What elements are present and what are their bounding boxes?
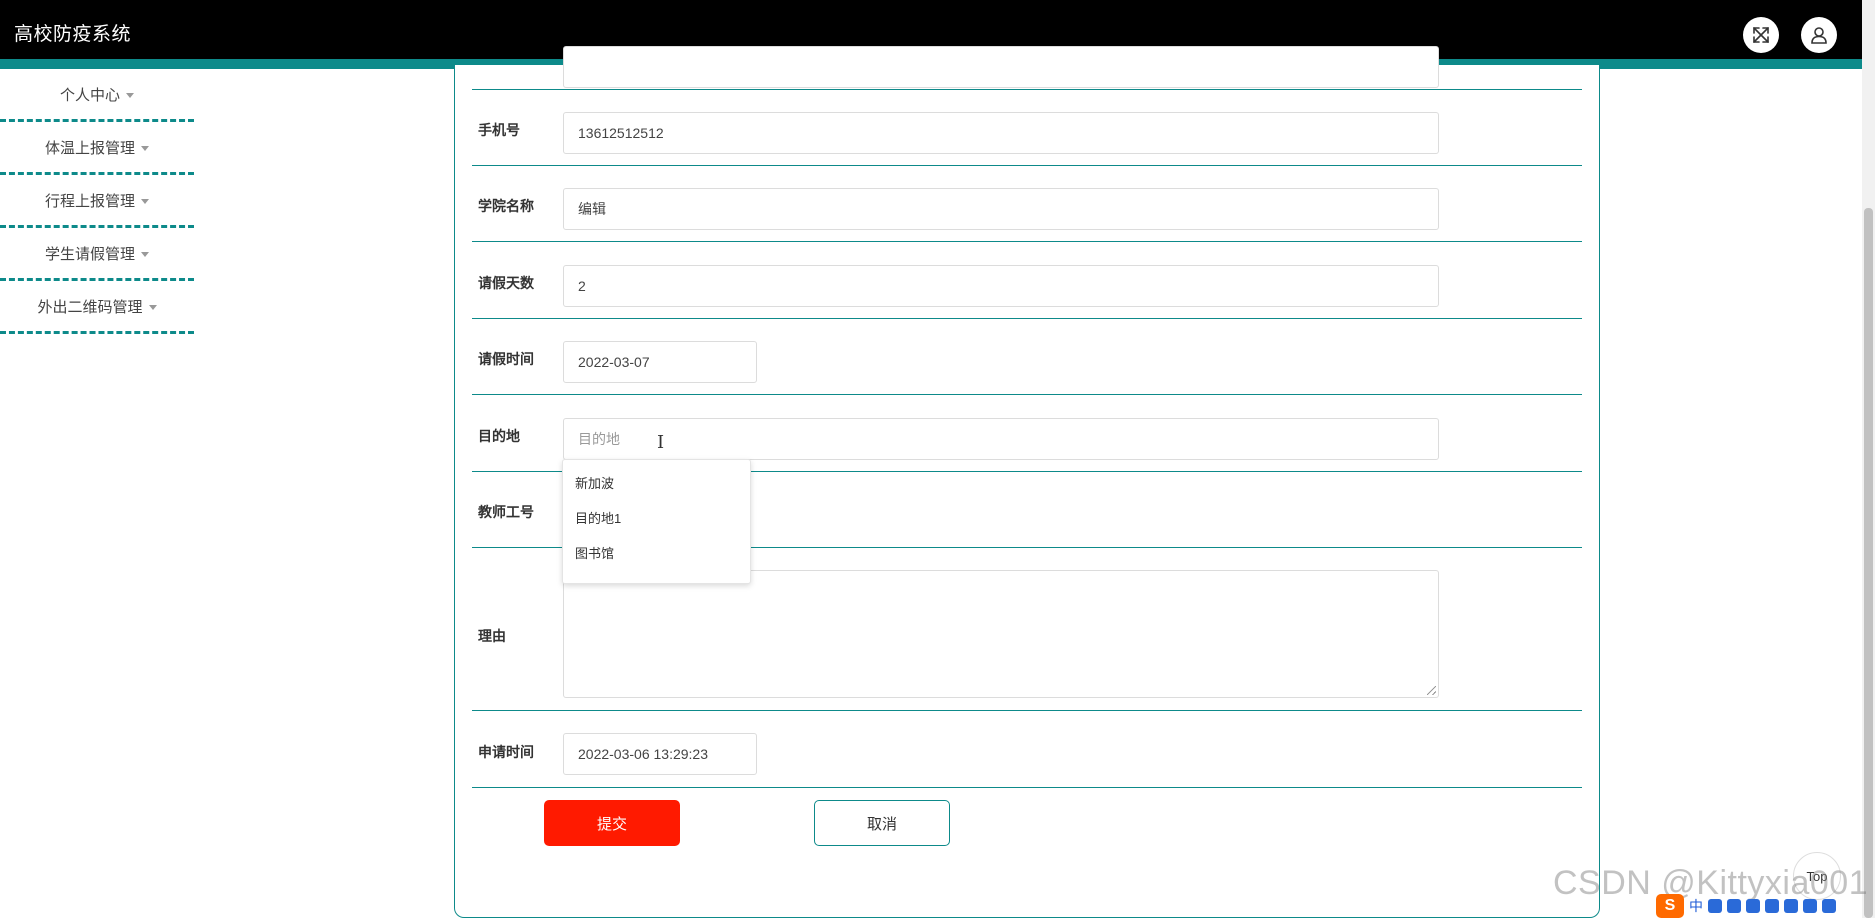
caret-down-icon <box>141 198 149 204</box>
leave-date-label: 请假时间 <box>478 351 534 367</box>
sidebar-item-temperature-report[interactable]: 体温上报管理 <box>0 122 194 175</box>
app-title: 高校防疫系统 <box>14 24 132 45</box>
form-row-partial <box>472 46 1582 90</box>
caret-down-icon <box>148 304 157 310</box>
sidebar-item-label: 学生请假管理 <box>44 245 135 263</box>
ime-mode-label[interactable]: 中 <box>1689 896 1703 916</box>
submit-button[interactable]: 提交 <box>544 800 680 846</box>
user-icon[interactable] <box>1784 898 1798 913</box>
sidebar-item-personal-center[interactable]: 个人中心 <box>0 69 194 122</box>
dropdown-option[interactable]: 图书馆 <box>563 536 750 571</box>
sidebar-item-student-leave[interactable]: 学生请假管理 <box>0 228 194 281</box>
college-label: 学院名称 <box>478 198 534 214</box>
form-row-leave-days: 请假天数 2 <box>472 242 1582 319</box>
cancel-button[interactable]: 取消 <box>814 800 950 846</box>
destination-field[interactable]: 目的地 <box>563 418 1439 460</box>
sidebar-item-trip-report[interactable]: 行程上报管理 <box>0 175 194 228</box>
sogou-logo-icon[interactable]: S <box>1656 893 1684 918</box>
phone-label: 手机号 <box>478 122 520 138</box>
destination-label: 目的地 <box>478 428 520 444</box>
sidebar-item-label: 行程上报管理 <box>44 192 135 210</box>
ime-toolbar: S 中 <box>1656 893 1862 918</box>
user-button[interactable] <box>1801 17 1837 53</box>
phone-field[interactable]: 13612512512 <box>563 112 1439 154</box>
partial-input[interactable] <box>563 46 1439 88</box>
leave-days-field[interactable]: 2 <box>563 265 1439 307</box>
apply-time-field[interactable]: 2022-03-06 13:29:23 <box>563 733 757 775</box>
sidebar-item-label: 个人中心 <box>59 86 120 104</box>
leave-date-field[interactable]: 2022-03-07 <box>563 341 757 383</box>
fullscreen-button[interactable] <box>1743 17 1779 53</box>
text-cursor-icon: I <box>657 432 665 453</box>
form-row-leave-date: 请假时间 2022-03-07 <box>472 319 1582 395</box>
teacher-id-label: 教师工号 <box>478 504 534 520</box>
apply-time-label: 申请时间 <box>478 744 534 760</box>
dropdown-option[interactable]: 新加波 <box>563 466 750 501</box>
toolbox-icon[interactable] <box>1822 898 1836 913</box>
expand-arrows-icon <box>1753 27 1769 43</box>
sidebar-item-exit-qrcode[interactable]: 外出二维码管理 <box>0 281 194 334</box>
form-row-college: 学院名称 编辑 <box>472 166 1582 242</box>
resize-grip-icon[interactable] <box>1427 686 1436 695</box>
microphone-icon[interactable] <box>1746 898 1760 913</box>
sidebar-item-label: 体温上报管理 <box>44 139 135 157</box>
keyboard-icon[interactable] <box>1765 898 1779 913</box>
emoji-icon[interactable] <box>1727 898 1741 913</box>
reason-label: 理由 <box>478 628 506 644</box>
reason-textarea[interactable] <box>563 570 1439 698</box>
dropdown-option[interactable]: 目的地1 <box>563 501 750 536</box>
sidebar-item-label: 外出二维码管理 <box>37 298 143 316</box>
college-field[interactable]: 编辑 <box>563 188 1439 230</box>
user-icon <box>1811 27 1827 44</box>
scrollbar-thumb[interactable] <box>1864 208 1873 918</box>
skin-icon[interactable] <box>1803 898 1817 913</box>
leave-days-label: 请假天数 <box>478 275 534 291</box>
sidebar-menu: 个人中心 体温上报管理 行程上报管理 学生请假管理 外出二维码管理 <box>0 69 194 334</box>
caret-down-icon <box>141 251 149 257</box>
caret-down-icon <box>141 145 149 151</box>
form-row-apply-time: 申请时间 2022-03-06 13:29:23 <box>472 711 1582 788</box>
caret-down-icon <box>126 92 134 98</box>
destination-dropdown: 新加波 目的地1 图书馆 <box>562 459 751 584</box>
punctuation-icon[interactable] <box>1708 898 1722 913</box>
form-row-phone: 手机号 13612512512 <box>472 90 1582 166</box>
